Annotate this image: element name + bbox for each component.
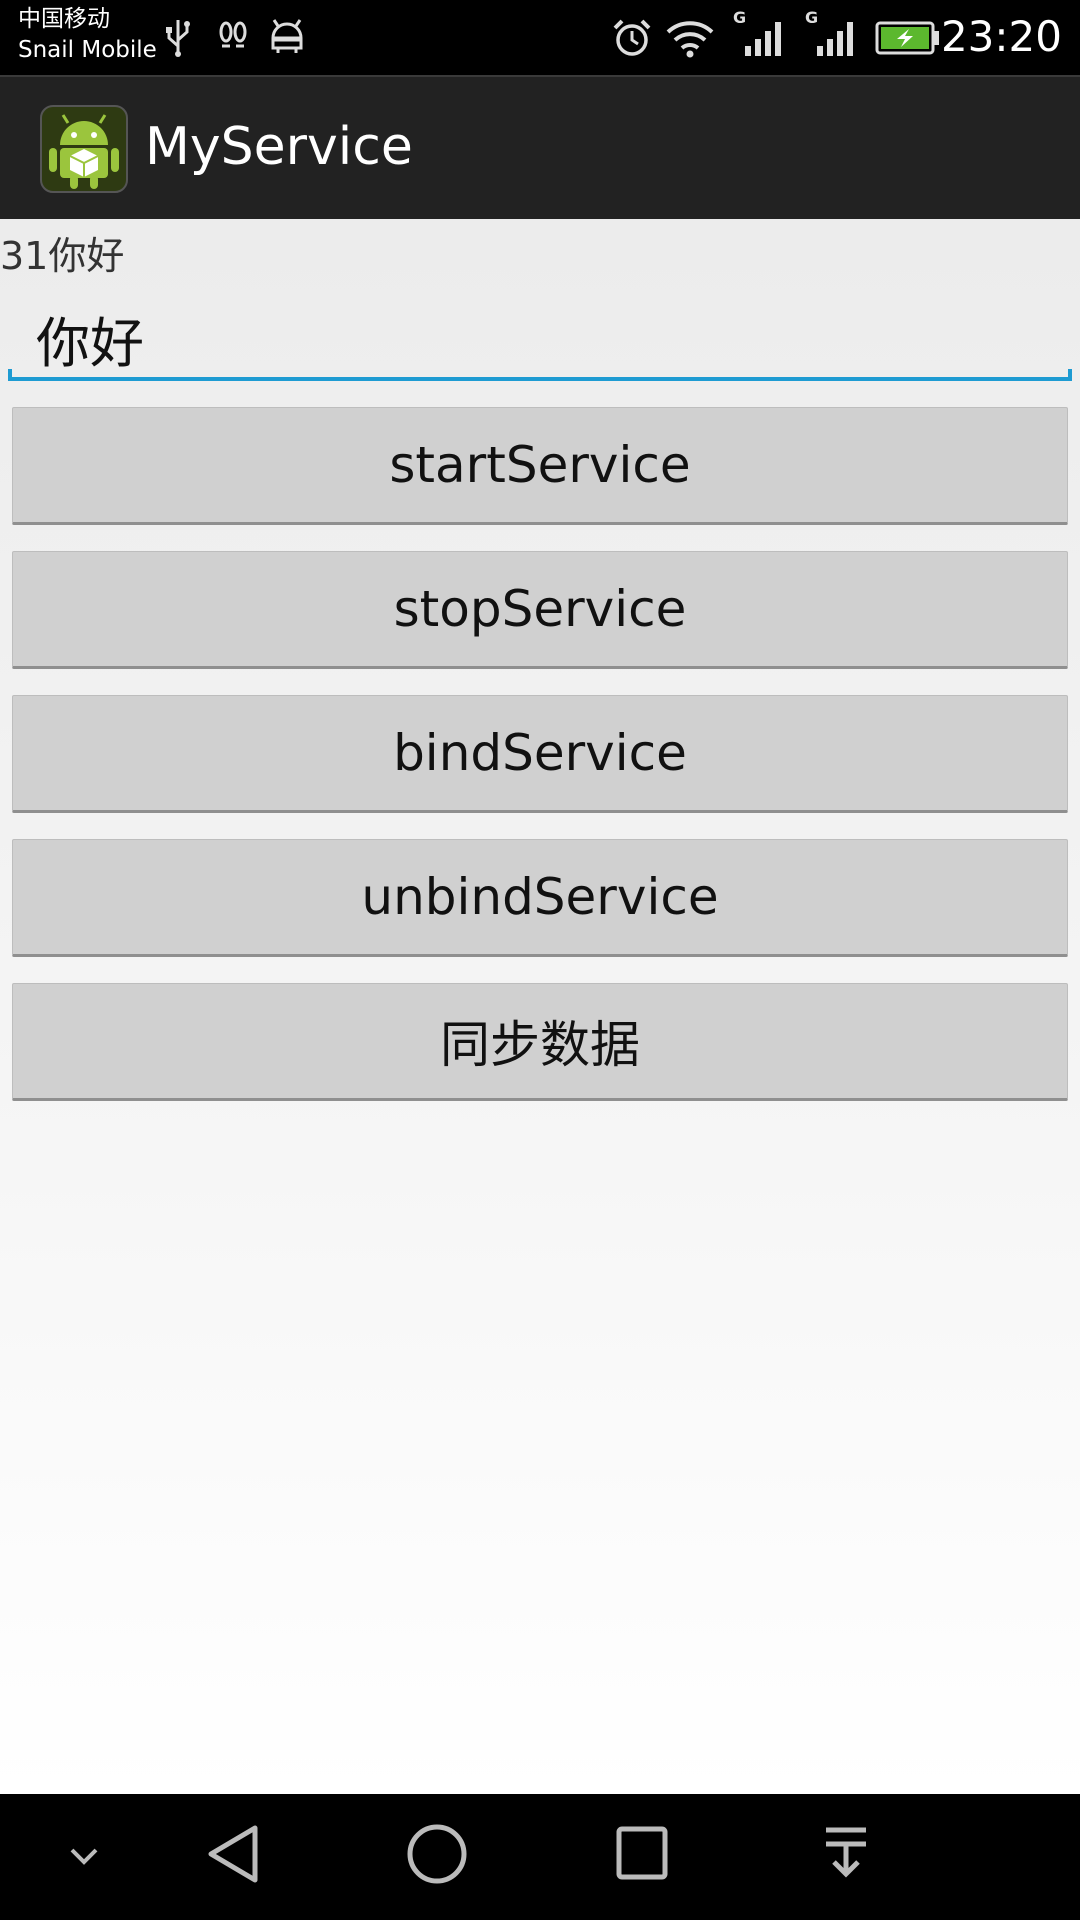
footprints-icon xyxy=(218,18,248,58)
signal-icon xyxy=(743,20,785,60)
navigation-bar xyxy=(0,1794,1080,1920)
notification-pull-icon[interactable] xyxy=(820,1822,872,1890)
carrier-info: 中国移动 Snail Mobile xyxy=(18,4,157,66)
recents-icon[interactable] xyxy=(614,1824,670,1888)
alarm-icon xyxy=(612,18,652,62)
android-app-icon xyxy=(40,105,128,193)
unbind-service-button[interactable]: unbindService xyxy=(12,839,1068,957)
input-value[interactable]: 你好 xyxy=(36,299,144,378)
status-bar: 中国移动 Snail Mobile G G 23:20 xyxy=(0,0,1080,75)
start-service-button[interactable]: startService xyxy=(12,407,1068,525)
action-bar: MyService xyxy=(0,75,1080,219)
hide-nav-icon[interactable] xyxy=(64,1842,104,1876)
main-content: 31你好 你好 startService stopService bindSer… xyxy=(0,219,1080,1794)
battery-charging-icon xyxy=(875,20,941,60)
home-icon[interactable] xyxy=(406,1822,468,1890)
carrier-sub-name: Snail Mobile xyxy=(18,37,157,63)
text-input[interactable]: 你好 xyxy=(8,289,1072,381)
back-icon[interactable] xyxy=(205,1822,261,1890)
signal-icon xyxy=(815,20,857,60)
result-text: 31你好 xyxy=(0,234,125,278)
sync-data-button[interactable]: 同步数据 xyxy=(12,983,1068,1101)
bind-service-button[interactable]: bindService xyxy=(12,695,1068,813)
wifi-icon xyxy=(665,18,715,62)
clock: 23:20 xyxy=(940,12,1062,61)
stop-service-button[interactable]: stopService xyxy=(12,551,1068,669)
app-title: MyService xyxy=(145,117,413,177)
carrier-name: 中国移动 xyxy=(18,6,110,32)
usb-icon xyxy=(165,18,191,62)
input-underline-right xyxy=(1068,369,1072,381)
input-underline-left xyxy=(8,369,12,381)
android-debug-icon xyxy=(268,18,306,58)
